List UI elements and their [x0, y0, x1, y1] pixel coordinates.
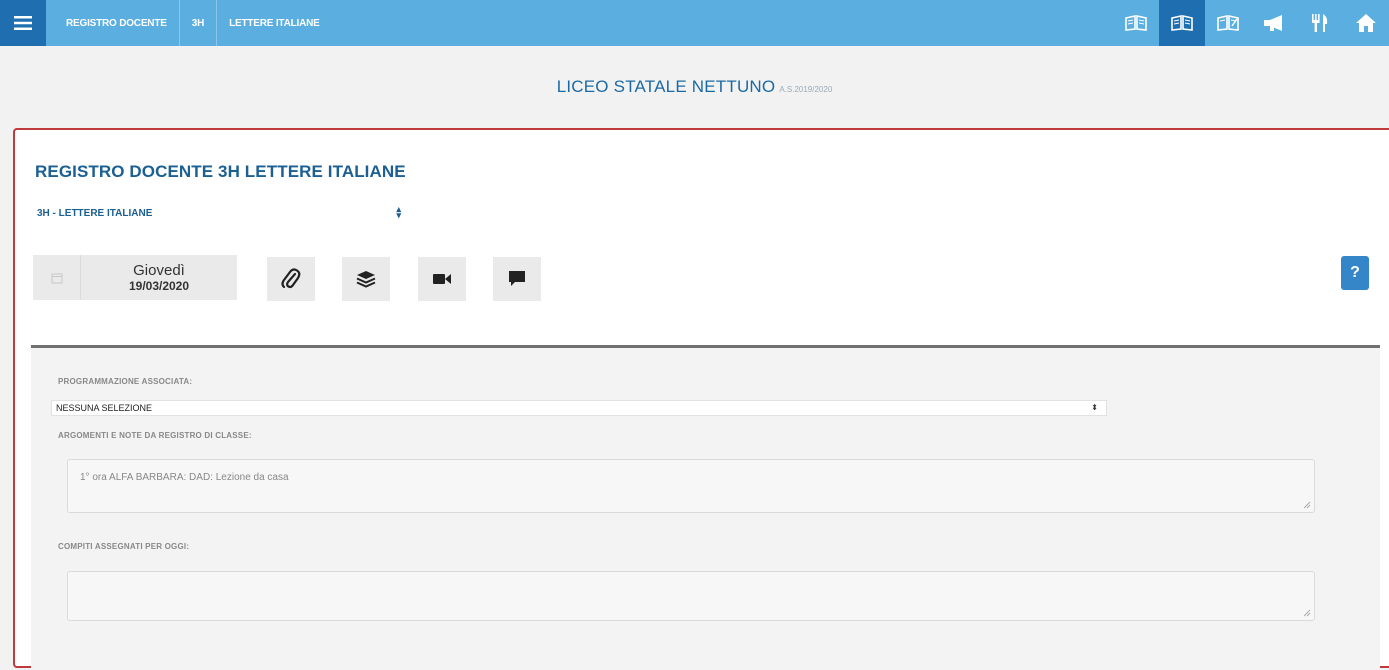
- paperclip-icon: [281, 268, 301, 289]
- breadcrumb: REGISTRO DOCENTE 3H LETTERE ITALIANE: [54, 0, 332, 46]
- layers-icon: [356, 271, 376, 288]
- calendar-icon[interactable]: [33, 255, 81, 300]
- argomenti-label: ARGOMENTI E NOTE DA REGISTRO DI CLASSE:: [58, 431, 252, 440]
- breadcrumb-registro-docente[interactable]: REGISTRO DOCENTE: [54, 0, 180, 46]
- class-select-value: 3H - LETTERE ITALIANE: [37, 207, 153, 219]
- school-name: LICEO STATALE NETTUNO: [556, 77, 776, 96]
- comment-icon: [509, 271, 525, 286]
- book-icon[interactable]: [1159, 0, 1205, 46]
- cutlery-icon[interactable]: [1297, 0, 1343, 46]
- class-select[interactable]: 3H - LETTERE ITALIANE ▴ ▾: [37, 204, 401, 222]
- programmazione-select[interactable]: NESSUNA SELEZIONE ⬍: [51, 400, 1107, 416]
- date-picker[interactable]: Giovedì 19/03/2020: [33, 255, 237, 300]
- compiti-label: COMPITI ASSEGNATI PER OGGI:: [58, 542, 190, 551]
- attachment-button[interactable]: [267, 257, 315, 301]
- school-year: A.S.2019/2020: [779, 85, 833, 94]
- home-icon[interactable]: [1343, 0, 1389, 46]
- argomenti-text: 1° ora ALFA BARBARA: DAD: Lezione da cas…: [80, 472, 289, 483]
- programmazione-value: NESSUNA SELEZIONE: [56, 403, 153, 413]
- video-button[interactable]: [418, 257, 466, 301]
- book-icon[interactable]: [1113, 0, 1159, 46]
- video-icon: [433, 274, 451, 284]
- book-icon[interactable]: [1205, 0, 1251, 46]
- top-icons: [1113, 0, 1389, 46]
- compiti-textarea[interactable]: [67, 571, 1315, 621]
- resize-grip-icon: [1303, 501, 1311, 509]
- argomenti-textarea[interactable]: 1° ora ALFA BARBARA: DAD: Lezione da cas…: [67, 459, 1315, 513]
- top-bar: REGISTRO DOCENTE 3H LETTERE ITALIANE: [0, 0, 1389, 46]
- programmazione-label: PROGRAMMAZIONE ASSOCIATA:: [58, 377, 193, 386]
- help-button[interactable]: ?: [1341, 256, 1369, 290]
- register-card: REGISTRO DOCENTE 3H LETTERE ITALIANE 3H …: [13, 128, 1389, 670]
- breadcrumb-class[interactable]: 3H: [180, 0, 218, 46]
- date-display: Giovedì 19/03/2020: [81, 255, 237, 300]
- hamburger-menu-icon[interactable]: [0, 0, 46, 46]
- date-day: Giovedì: [133, 261, 185, 279]
- select-arrows-icon: ⬍: [1091, 403, 1098, 412]
- select-arrows-icon: ▴ ▾: [396, 204, 401, 220]
- date-value: 19/03/2020: [128, 278, 190, 293]
- breadcrumb-subject[interactable]: LETTERE ITALIANE: [217, 0, 332, 46]
- layers-button[interactable]: [342, 257, 390, 301]
- resize-grip-icon: [1303, 609, 1311, 617]
- comment-button[interactable]: [493, 257, 541, 301]
- page-title: REGISTRO DOCENTE 3H LETTERE ITALIANE: [35, 162, 406, 181]
- megaphone-icon[interactable]: [1251, 0, 1297, 46]
- school-header: LICEO STATALE NETTUNO A.S.2019/2020: [0, 46, 1389, 128]
